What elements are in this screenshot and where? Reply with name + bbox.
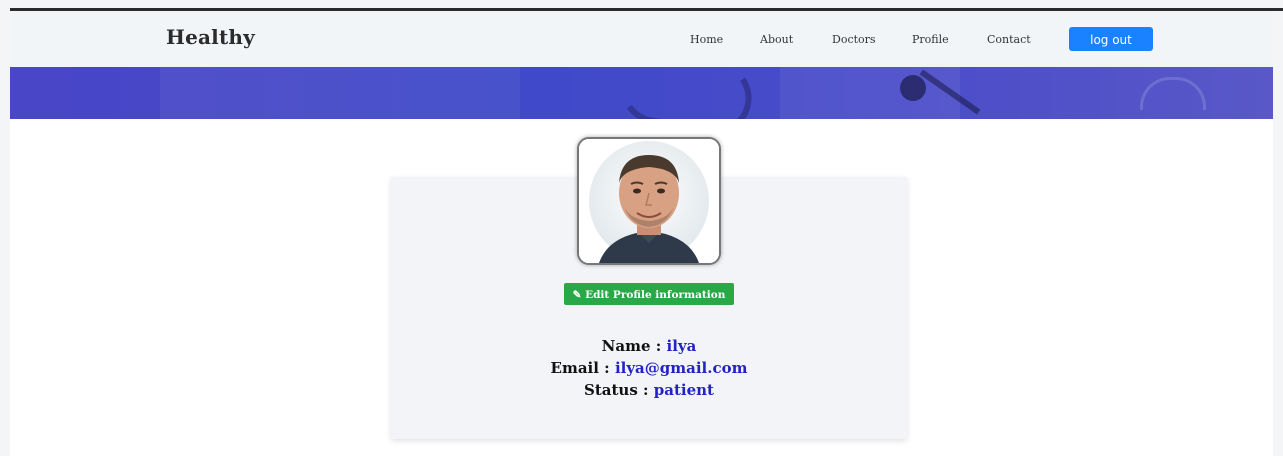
edit-profile-label: Edit Profile information xyxy=(585,289,726,301)
status-label: Status : xyxy=(584,381,649,399)
page: Healthy Home About Doctors Profile Conta… xyxy=(10,11,1273,456)
profile-avatar xyxy=(577,137,721,265)
name-label: Name : xyxy=(601,337,662,355)
user-avatar-icon xyxy=(579,139,719,263)
nav-link-doctors[interactable]: Doctors xyxy=(832,33,876,46)
left-gutter xyxy=(0,0,10,456)
email-value: ilya@gmail.com xyxy=(614,359,748,377)
brand-logo[interactable]: Healthy xyxy=(166,25,255,49)
logout-button[interactable]: log out xyxy=(1069,27,1153,51)
nav-link-about[interactable]: About xyxy=(760,33,793,46)
nav-link-contact[interactable]: Contact xyxy=(987,33,1031,46)
email-row: Email : ilya@gmail.com xyxy=(391,359,907,377)
nav-link-profile[interactable]: Profile xyxy=(912,33,949,46)
email-label: Email : xyxy=(550,359,610,377)
navbar: Healthy Home About Doctors Profile Conta… xyxy=(10,11,1273,68)
name-value: ilya xyxy=(666,337,697,355)
status-value: patient xyxy=(653,381,714,399)
status-row: Status : patient xyxy=(391,381,907,399)
name-row: Name : ilya xyxy=(391,337,907,355)
edit-icon: ✎ xyxy=(572,289,582,301)
nav-link-home[interactable]: Home xyxy=(690,33,723,46)
hero-banner xyxy=(10,67,1273,119)
edit-profile-button[interactable]: ✎ Edit Profile information xyxy=(564,283,734,305)
